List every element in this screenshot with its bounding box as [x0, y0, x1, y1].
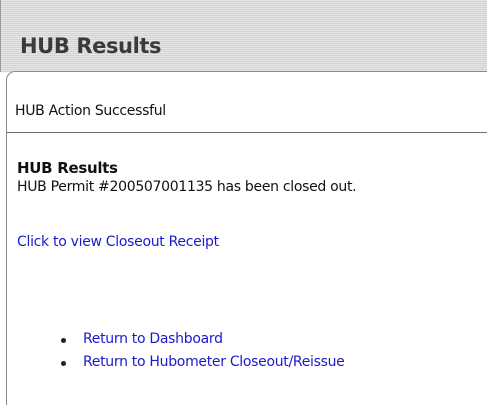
results-message: HUB Permit #200507001135 has been closed…: [17, 179, 357, 195]
results-heading: HUB Results: [17, 159, 118, 177]
hub-results-window: HUB Results HUB Action Successful HUB Re…: [0, 0, 487, 405]
navigation-list: Return to Dashboard Return to Hubometer …: [55, 331, 345, 377]
bullet-icon: [61, 361, 66, 366]
nav-item-hubometer: Return to Hubometer Closeout/Reissue: [55, 354, 345, 377]
bullet-icon: [61, 338, 66, 343]
nav-item-dashboard: Return to Dashboard: [55, 331, 344, 354]
content-panel: HUB Action Successful HUB Results HUB Pe…: [6, 71, 487, 405]
status-row: HUB Action Successful: [7, 72, 487, 133]
return-to-hubometer-closeout-link[interactable]: Return to Hubometer Closeout/Reissue: [83, 354, 345, 370]
return-to-dashboard-link[interactable]: Return to Dashboard: [83, 331, 223, 347]
title-bar: HUB Results: [0, 0, 487, 72]
page-title: HUB Results: [20, 34, 162, 58]
view-closeout-receipt-link[interactable]: Click to view Closeout Receipt: [17, 234, 219, 250]
status-message: HUB Action Successful: [15, 103, 166, 119]
